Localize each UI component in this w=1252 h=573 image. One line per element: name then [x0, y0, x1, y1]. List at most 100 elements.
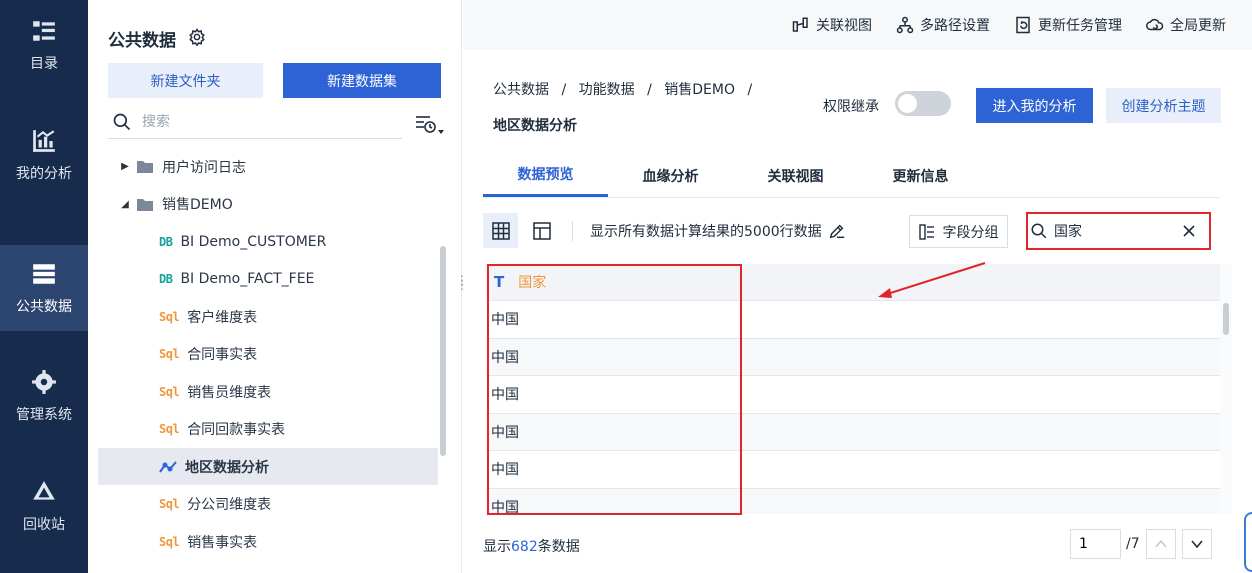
new-dataset-button[interactable]: 新建数据集	[283, 63, 441, 98]
field-group-button[interactable]: 字段分组	[909, 215, 1008, 248]
tab-bar: 数据预览 血缘分析 关联视图 更新信息	[483, 154, 1220, 198]
sort-time-icon[interactable]	[414, 112, 444, 136]
table-row: 中国	[486, 338, 1220, 376]
table-cell: 中国	[491, 499, 519, 514]
nav-label: 回收站	[23, 516, 65, 533]
close-icon[interactable]	[1181, 223, 1197, 239]
cloud-refresh-icon	[1146, 18, 1164, 31]
tab-update-info[interactable]: 更新信息	[888, 154, 953, 197]
table-cell: 中国	[491, 349, 519, 366]
edit-pencil-icon[interactable]	[828, 222, 846, 240]
sidebar-scrollbar[interactable]	[440, 246, 446, 456]
database-icon: DB	[159, 234, 173, 249]
layout-view-button[interactable]	[524, 213, 559, 248]
chevron-down-icon	[1191, 540, 1203, 549]
breadcrumb-item[interactable]: 功能数据	[579, 82, 635, 98]
task-mgmt-link[interactable]: 更新任务管理	[1014, 15, 1122, 35]
row-limit-text: 显示所有数据计算结果的5000行数据	[590, 224, 822, 240]
page-up-button[interactable]	[1146, 529, 1176, 559]
tree-item[interactable]: Sql 分公司维度表	[98, 486, 438, 523]
floating-widget-edge[interactable]	[1244, 512, 1252, 572]
nav-item-my-analysis[interactable]: 我的分析	[0, 112, 88, 198]
tree-item-label: 销售事实表	[187, 534, 258, 551]
grid-scrollbar[interactable]	[1223, 303, 1229, 335]
count-prefix: 显示	[483, 539, 511, 555]
sql-icon: Sql	[159, 347, 180, 361]
nav-item-public-data[interactable]: 公共数据	[0, 245, 88, 331]
tree-item[interactable]: Sql 合同回款事实表	[98, 411, 438, 448]
sidebar: 公共数据 新建文件夹 新建数据集 ▶ 用户访问日志 ◢ 销售DEMO DB BI Demo…	[88, 0, 462, 573]
tab-related-view[interactable]: 关联视图	[763, 154, 828, 197]
table-row: 中国	[486, 376, 1220, 414]
global-update-link[interactable]: 全局更新	[1146, 15, 1226, 35]
nav-item-recycle[interactable]: 回收站	[0, 463, 88, 549]
nav-label: 公共数据	[16, 298, 72, 315]
tree-item[interactable]: Sql 客户维度表	[98, 298, 438, 335]
count-number: 682	[511, 539, 538, 555]
left-nav: 目录 我的分析 公共数据 管理系统 回收站	[0, 0, 88, 573]
tree-item[interactable]: ◢ 销售DEMO	[98, 186, 438, 223]
nav-item-catalog[interactable]: 目录	[0, 2, 88, 88]
tree-item-label: BI Demo_FACT_FEE	[180, 271, 315, 287]
column-header[interactable]: 国家	[518, 272, 546, 292]
tree-item[interactable]: 地区数据分析	[98, 448, 438, 485]
enter-my-analysis-button[interactable]: 进入我的分析	[976, 88, 1093, 123]
multipath-link[interactable]: 多路径设置	[896, 15, 990, 35]
nav-label: 我的分析	[16, 165, 72, 182]
chevron-up-icon	[1155, 539, 1167, 548]
dataset-tree: ▶ 用户访问日志 ◢ 销售DEMO DB BI Demo_CUSTOMER DB BI Dem…	[98, 148, 438, 573]
tree-item[interactable]: ▶ 用户访问日志	[98, 148, 438, 185]
row-limit-info: 显示所有数据计算结果的5000行数据	[590, 221, 846, 241]
page-number-input[interactable]	[1070, 529, 1121, 559]
task-mgmt-label: 更新任务管理	[1038, 18, 1122, 34]
tab-data-preview[interactable]: 数据预览	[483, 154, 608, 197]
breadcrumb-separator: /	[561, 82, 567, 98]
grid-view-button[interactable]	[483, 213, 518, 248]
record-count: 显示682条数据	[483, 536, 580, 556]
permission-inherit-toggle[interactable]	[895, 91, 951, 116]
breadcrumb-separator: /	[647, 82, 652, 98]
recycle-icon	[33, 480, 55, 500]
page-down-button[interactable]	[1182, 529, 1212, 559]
field-group-label: 字段分组	[942, 224, 999, 241]
table-cell: 中国	[491, 462, 519, 479]
related-view-icon	[792, 17, 808, 32]
tree-item-label: 销售DEMO	[162, 197, 233, 213]
table-cell: 中国	[491, 387, 519, 404]
related-view-link[interactable]: 关联视图	[792, 15, 872, 35]
tree-item[interactable]: Sql 销售员维度表	[98, 373, 438, 410]
nav-item-admin[interactable]: 管理系统	[0, 353, 88, 439]
caret-down-icon[interactable]: ◢	[120, 199, 130, 210]
create-theme-button[interactable]: 创建分析主题	[1106, 88, 1221, 123]
field-search-input[interactable]	[1054, 223, 1174, 239]
sql-icon: Sql	[159, 309, 180, 324]
tab-lineage[interactable]: 血缘分析	[638, 154, 703, 197]
table-row: 中国	[486, 488, 1220, 514]
search-icon	[113, 113, 131, 131]
sidebar-search	[108, 106, 402, 139]
tree-item-label: 销售员维度表	[187, 384, 272, 401]
caret-right-icon[interactable]: ▶	[120, 161, 130, 172]
tree-item[interactable]: Sql 销售事实表	[98, 523, 438, 560]
data-grid: T 国家 中国 中国 中国 中国 中国 中国	[486, 264, 1220, 514]
nav-label: 管理系统	[16, 406, 72, 423]
tree-item-label: 用户访问日志	[162, 159, 246, 176]
resize-handle[interactable]: ⋮ ⋮	[456, 274, 468, 291]
sidebar-search-input[interactable]	[142, 114, 372, 130]
tree-item[interactable]: Sql 合同事实表	[98, 336, 438, 373]
global-update-label: 全局更新	[1170, 18, 1226, 34]
table-grid-icon	[491, 221, 510, 240]
grid-scroll-track	[1220, 264, 1232, 514]
related-view-label: 关联视图	[816, 18, 872, 34]
tree-item-label: 客户维度表	[187, 309, 258, 326]
tree-item[interactable]: DB BI Demo_CUSTOMER	[98, 223, 438, 260]
breadcrumb-item[interactable]: 销售DEMO	[664, 82, 735, 98]
top-toolbar: 关联视图 多路径设置 更新任务管理 全局更新	[463, 0, 1252, 50]
settings-gear-icon[interactable]	[188, 28, 206, 46]
field-search-box	[1026, 212, 1211, 250]
breadcrumb-item[interactable]: 公共数据	[493, 82, 549, 98]
tree-item-label: 合同回款事实表	[187, 422, 286, 438]
new-folder-button[interactable]: 新建文件夹	[108, 63, 263, 98]
table-row: 中国	[486, 301, 1220, 339]
tree-item[interactable]: DB BI Demo_FACT_FEE	[98, 261, 438, 298]
